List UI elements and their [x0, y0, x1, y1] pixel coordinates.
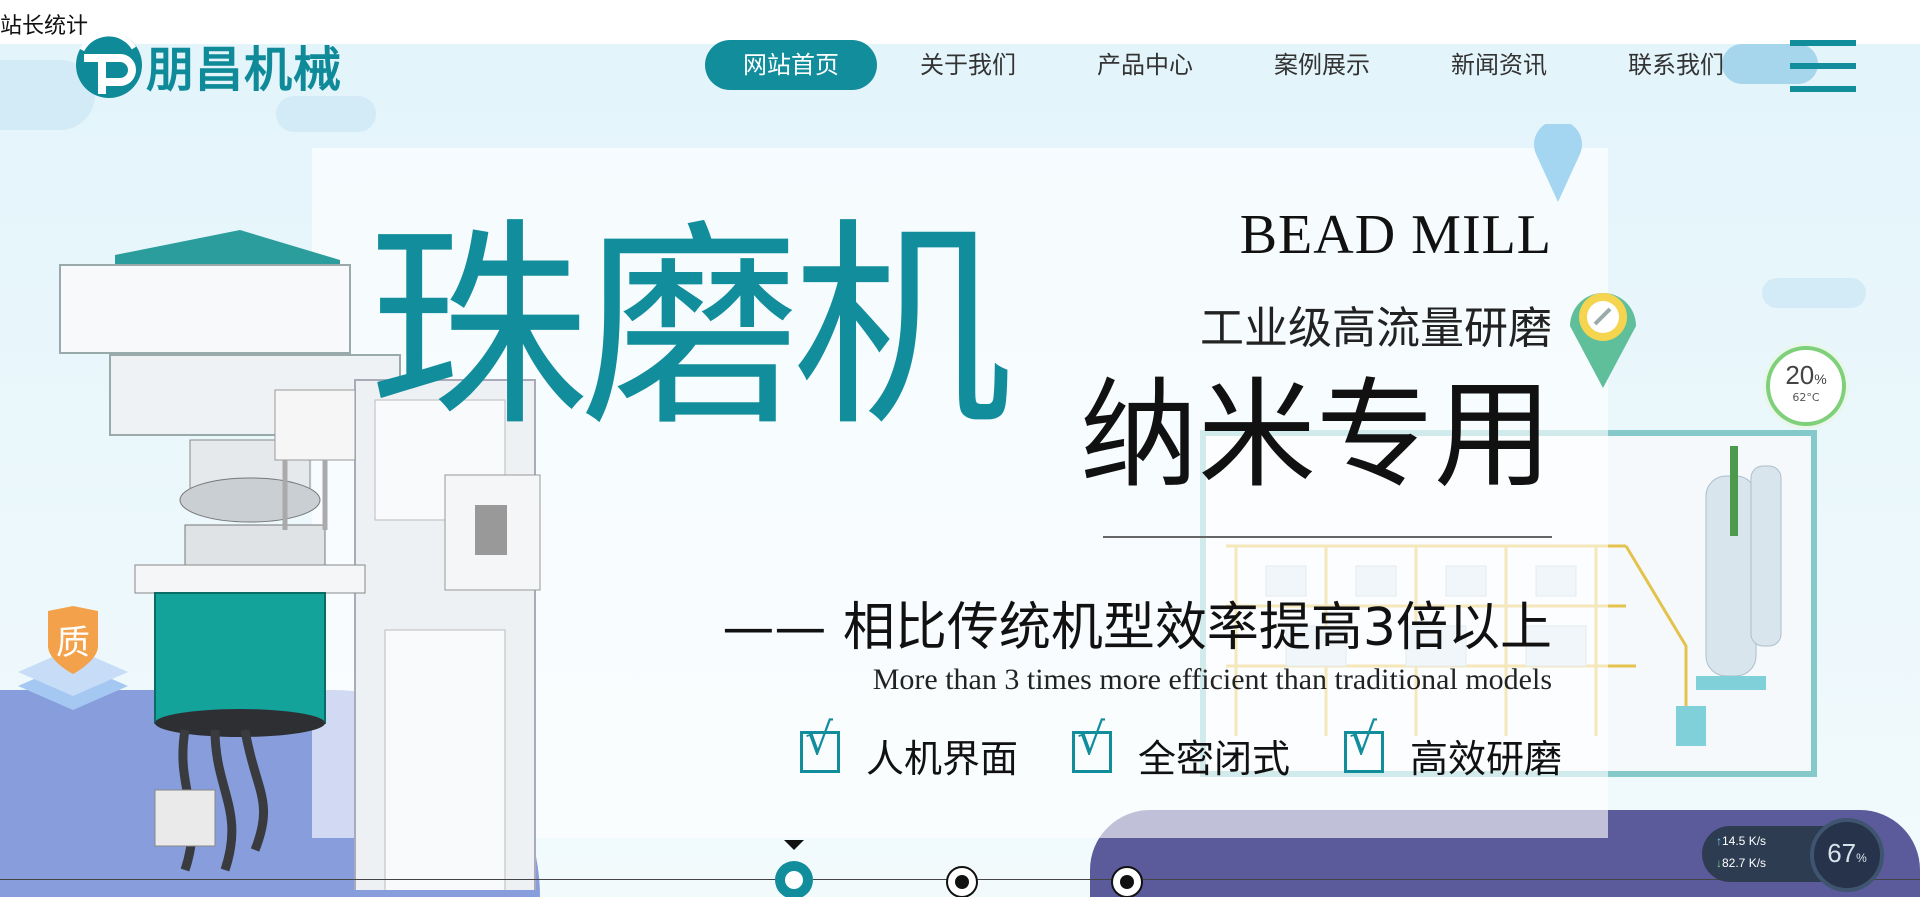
- feature-label: 人机界面: [866, 737, 1019, 781]
- mem-percent: 67: [1827, 838, 1857, 868]
- slider-pointer-icon: [784, 840, 804, 850]
- feature-label: 高效研磨: [1410, 737, 1563, 781]
- quality-badge-icon: 质: [18, 606, 128, 710]
- location-pin-icon: [1534, 124, 1582, 202]
- page: 站长统计 朋昌机械 网站首页 关于我们 产品中心 案例展示 新闻资讯 联系我们: [0, 0, 1920, 897]
- feature-item: √ 全密闭式: [1072, 717, 1291, 783]
- net-up: 14.5: [1722, 834, 1746, 848]
- menu-icon[interactable]: [1790, 40, 1856, 92]
- nav-item-cases[interactable]: 案例展示: [1236, 40, 1408, 90]
- quality-badge-text: 质: [56, 623, 90, 663]
- cloud-decoration: [1762, 278, 1866, 308]
- feature-item: √ 人机界面: [800, 717, 1019, 783]
- cpu-temp: 62°C: [1792, 391, 1820, 404]
- cpu-percent: 20: [1785, 360, 1815, 390]
- nav-item-about[interactable]: 关于我们: [882, 40, 1054, 90]
- cpu-monitor-widget[interactable]: 20% 62°C: [1766, 346, 1846, 426]
- slider-dot-3[interactable]: [1111, 866, 1143, 897]
- location-pin-icon: [1570, 293, 1636, 388]
- banner-slogan-cn: —— 相比传统机型效率提高3倍以上: [722, 598, 1552, 658]
- nav-item-contact[interactable]: 联系我们: [1590, 40, 1762, 90]
- feature-list: √ 人机界面 √ 全密闭式 √ 高效研磨: [800, 717, 1563, 783]
- banner-title-cn: 珠磨机: [368, 200, 1012, 456]
- feature-item: √ 高效研磨: [1344, 717, 1563, 783]
- banner-title-en: BEAD MILL: [1239, 204, 1552, 266]
- banner-slogan-en: More than 3 times more efficient than tr…: [872, 663, 1552, 696]
- nav-item-home[interactable]: 网站首页: [705, 40, 877, 90]
- check-icon: √: [1344, 717, 1385, 773]
- memory-gauge: 67%: [1810, 818, 1884, 892]
- network-monitor-widget[interactable]: ↑14.5 K/s ↓82.7 K/s 67%: [1702, 818, 1884, 892]
- nav-item-products[interactable]: 产品中心: [1059, 40, 1231, 90]
- feature-label: 全密闭式: [1138, 737, 1291, 781]
- banner-title-nano: 纳米专用: [1079, 366, 1552, 504]
- brand-name: 朋昌机械: [146, 42, 343, 98]
- net-down: 82.7: [1722, 856, 1746, 870]
- check-icon: √: [1072, 717, 1113, 773]
- slider-dot-2[interactable]: [946, 866, 978, 897]
- banner-divider: [1103, 536, 1552, 538]
- slider-dot-1[interactable]: [775, 861, 813, 897]
- check-icon: √: [800, 717, 840, 773]
- banner-subtitle-cn: 工业级高流量研磨: [1200, 303, 1552, 354]
- main-nav: 网站首页 关于我们 产品中心 案例展示 新闻资讯 联系我们: [705, 40, 1767, 90]
- nav-item-news[interactable]: 新闻资讯: [1413, 40, 1585, 90]
- logo[interactable]: 朋昌机械: [72, 28, 342, 102]
- stat-link[interactable]: 站长统计: [0, 8, 88, 40]
